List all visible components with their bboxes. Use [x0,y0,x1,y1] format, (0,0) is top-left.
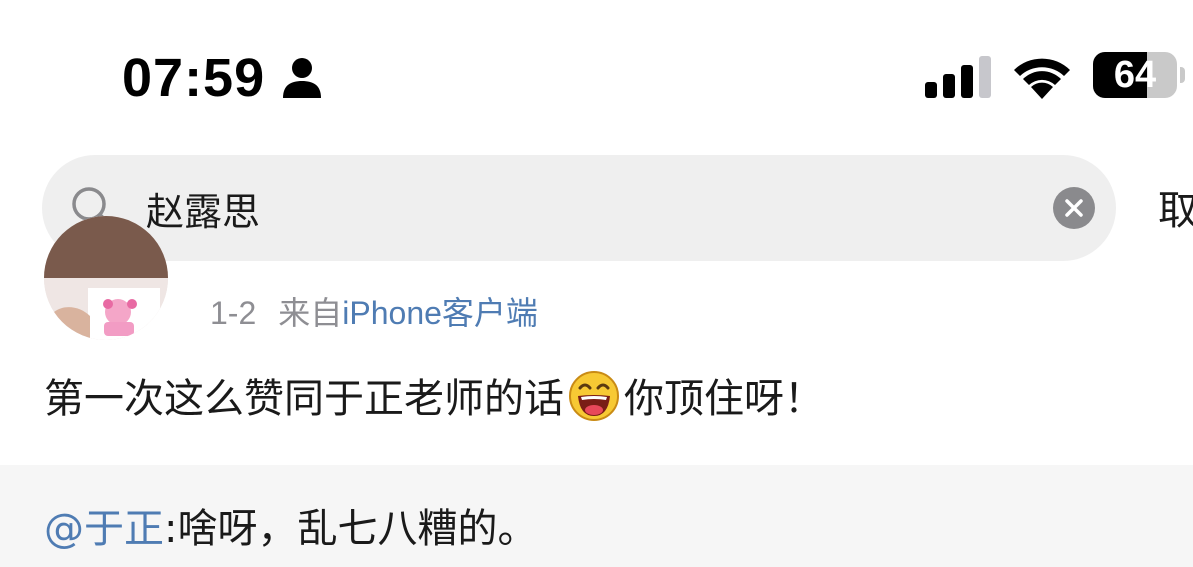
battery-icon: 64 [1093,52,1185,100]
signal-icon [925,56,991,98]
mention-link[interactable]: @于正 [44,506,164,552]
repost-block[interactable]: @于正:啥呀，乱七八糟的。 [0,465,1193,567]
repost-content: :啥呀，乱七八糟的。 [164,506,538,552]
cancel-button[interactable]: 取消 [1158,178,1193,236]
post-date: 1-2 [210,295,257,331]
wifi-icon [1014,58,1070,99]
source-device-link[interactable]: iPhone客户端 [342,295,538,331]
post-text-part-1: 第一次这么赞同于正老师的话 [44,376,564,422]
post-text-part-2: 你顶住呀！ [624,376,824,422]
status-bar: 07:59 64 [0,0,1193,150]
search-input[interactable] [146,183,1026,233]
status-time: 07:59 [122,48,266,108]
battery-level: 64 [1113,54,1157,96]
avatar[interactable] [44,216,168,340]
post-text: 第一次这么赞同于正老师的话 你顶住呀！ [44,370,824,427]
search-bar[interactable] [42,155,1116,261]
laughing-face-icon [569,371,619,421]
clear-search-button[interactable] [1053,187,1095,229]
close-icon [1065,199,1083,217]
source-prefix: 来自 [278,295,343,331]
weibo-search-result-page: 07:59 64 赵露思 取 1-2 来自iPhone客户端 第一次这么赞同于正… [0,0,1193,567]
post-meta: 1-2 来自iPhone客户端 [210,292,538,334]
person-icon [283,58,321,98]
repost-text: @于正:啥呀，乱七八糟的。 [44,501,537,557]
